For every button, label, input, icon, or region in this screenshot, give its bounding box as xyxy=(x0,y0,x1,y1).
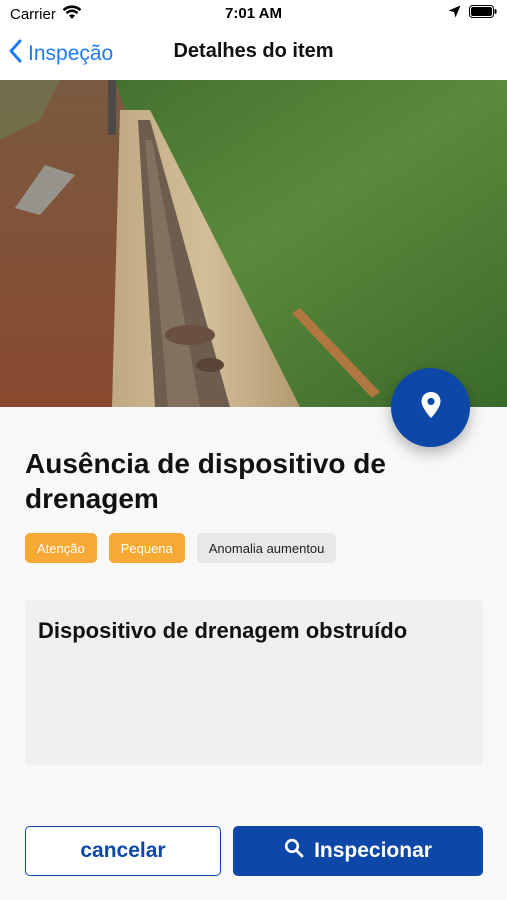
navigation-bar: Inspeção Detalhes do item xyxy=(0,28,507,80)
tag-list: Atenção Pequena Anomalia aumentou xyxy=(25,533,337,563)
inspect-button[interactable]: Inspecionar xyxy=(233,826,483,876)
tag-severity: Atenção xyxy=(25,533,97,563)
location-arrow-icon xyxy=(448,5,461,22)
tag-trend: Anomalia aumentou xyxy=(196,533,337,563)
item-photo xyxy=(0,80,507,407)
location-button[interactable] xyxy=(391,368,470,447)
battery-icon xyxy=(469,5,497,22)
description-text: Dispositivo de drenagem obstruído xyxy=(38,618,408,643)
status-bar: Carrier 7:01 AM xyxy=(0,0,507,28)
inspect-button-label: Inspecionar xyxy=(314,839,432,862)
cancel-button[interactable]: cancelar xyxy=(25,826,221,876)
search-icon xyxy=(284,838,304,864)
description-box: Dispositivo de drenagem obstruído xyxy=(25,600,483,765)
tag-size: Pequena xyxy=(108,533,185,563)
page-title: Detalhes do item xyxy=(173,40,334,62)
cancel-button-label: cancelar xyxy=(80,839,166,862)
status-time: 7:01 AM xyxy=(225,5,282,22)
item-title: Ausência de dispositivo de drenagem xyxy=(25,448,386,514)
status-right xyxy=(448,5,497,22)
map-pin-icon xyxy=(420,391,442,424)
